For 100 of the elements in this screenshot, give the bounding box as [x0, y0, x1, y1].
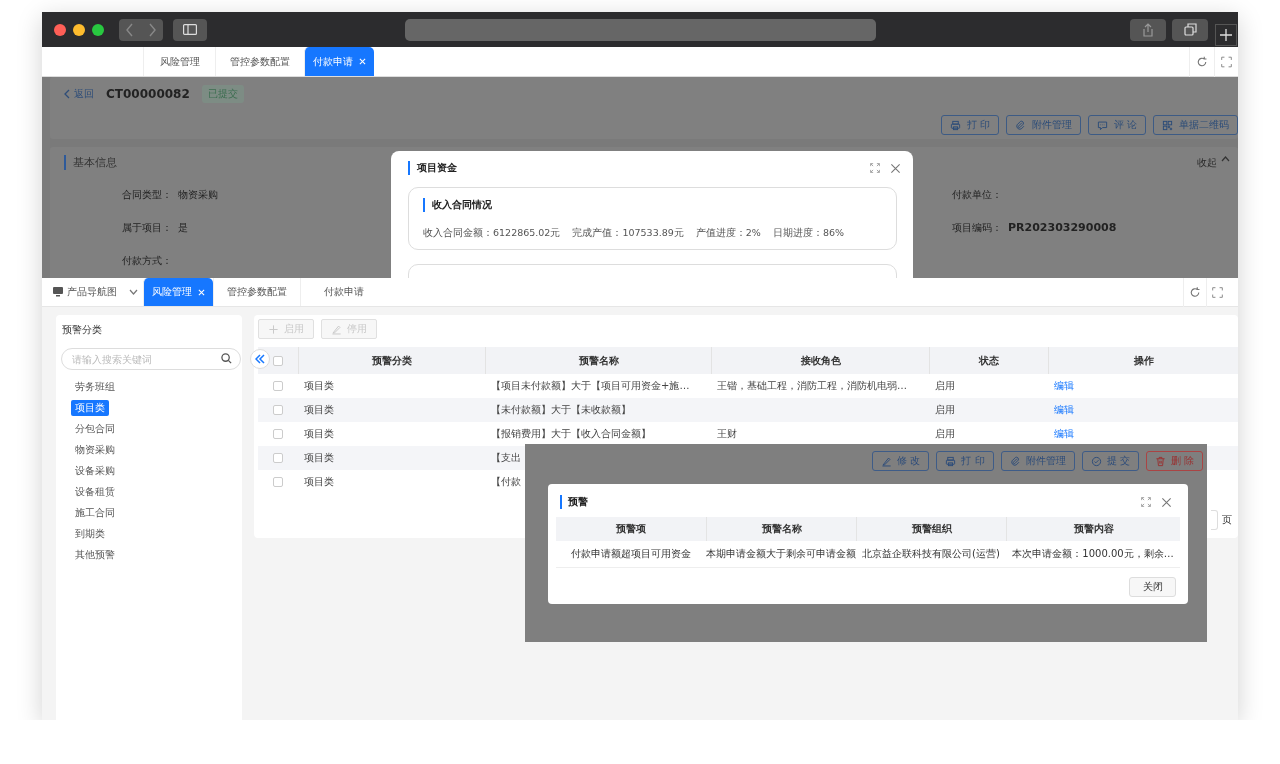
close-icon[interactable]: [1161, 496, 1172, 508]
card-title: 收入合同情况: [423, 198, 882, 212]
edit-button[interactable]: 修 改: [872, 451, 930, 471]
new-tab-button[interactable]: [1215, 24, 1237, 46]
field-value: 物资采购: [178, 187, 218, 202]
table-cell: 项目类: [304, 379, 334, 393]
close-button[interactable]: 关闭: [1129, 577, 1176, 597]
pencil-icon: [331, 323, 342, 335]
category-item[interactable]: 设备租赁: [71, 484, 119, 500]
comment-button[interactable]: 评 论: [1087, 115, 1146, 135]
column-header: 接收角色: [800, 353, 841, 368]
table-cell: 本次申请金额：1000.00元，剩余…: [1006, 541, 1180, 568]
column-header: 预警名称: [706, 517, 856, 541]
section-title: 基本信息: [64, 155, 117, 170]
edit-link[interactable]: 编辑: [1054, 403, 1074, 417]
table-cell: 项目类: [304, 427, 334, 441]
minimize-window-icon[interactable]: [73, 23, 85, 36]
table-cell: 【项目未付款额】大于【项目可用资金+施…: [491, 379, 690, 393]
column-header: 预警项: [556, 517, 706, 541]
table-cell: 【报销费用】大于【收入合同金额】: [491, 427, 651, 441]
table-cell: 王财: [717, 427, 737, 441]
category-item[interactable]: 其他预警: [71, 547, 119, 563]
sidebar-toggle-button[interactable]: [173, 18, 207, 41]
close-tab-icon[interactable]: [198, 288, 205, 296]
checkbox[interactable]: [273, 405, 283, 415]
checkbox[interactable]: [273, 453, 283, 463]
share-icon: [1142, 22, 1154, 37]
tab[interactable]: 风险管理: [143, 47, 215, 76]
tab[interactable]: 风险管理: [143, 278, 213, 306]
speech-bubble-icon: [1096, 119, 1108, 131]
column-header: 预警名称: [578, 353, 619, 368]
product-nav-menu[interactable]: 产品导航图: [53, 278, 143, 306]
category-item[interactable]: 项目类: [71, 400, 109, 416]
qr-button[interactable]: 单据二维码: [1153, 115, 1238, 135]
attach-button[interactable]: 附件管理: [1000, 451, 1075, 471]
table-cell: 王锴，基础工程，消防工程，消防机电弱…: [717, 379, 907, 393]
double-chevron-left-icon: [255, 354, 265, 364]
category-item[interactable]: 劳务班组: [71, 379, 119, 395]
attach-button[interactable]: 附件管理: [1005, 115, 1081, 135]
table-cell: 付款申请额超项目可用资金: [556, 541, 706, 568]
edit-link[interactable]: 编辑: [1054, 427, 1074, 441]
pencil-icon: [881, 455, 893, 467]
field-value: 是: [178, 220, 188, 235]
close-icon[interactable]: [890, 162, 901, 174]
stat-text: 完成产值：107533.89元: [572, 227, 684, 240]
print-button[interactable]: 打 印: [940, 115, 999, 135]
back-link[interactable]: 返回: [64, 87, 94, 101]
collapse-link[interactable]: 收起: [1197, 155, 1230, 170]
checkbox[interactable]: [273, 355, 283, 366]
submit-button[interactable]: 提 交: [1081, 451, 1139, 471]
category-item[interactable]: 分包合同: [71, 421, 119, 437]
field-label: 属于项目：: [122, 220, 172, 235]
maximize-window-icon[interactable]: [92, 23, 104, 36]
modal-title: 项目资金: [408, 161, 457, 175]
address-bar[interactable]: [405, 18, 876, 41]
category-item[interactable]: 设备采购: [71, 463, 119, 479]
close-window-icon[interactable]: [54, 23, 66, 36]
category-item[interactable]: 到期类: [71, 526, 109, 542]
tab[interactable]: 付款申请: [304, 47, 374, 76]
printer-icon: [945, 455, 957, 467]
tabs-overview-button[interactable]: [1172, 18, 1208, 41]
plus-icon: [268, 323, 279, 335]
expand-icon[interactable]: [1141, 497, 1151, 507]
table-cell: 启用: [935, 403, 955, 417]
checkbox[interactable]: [273, 477, 283, 487]
page-input[interactable]: [1211, 510, 1218, 530]
stat-text: 日期进度：86%: [772, 227, 844, 240]
chevron-down-icon: [129, 289, 138, 295]
field-label: 付款单位：: [952, 187, 1002, 202]
column-header: 状态: [979, 353, 999, 368]
field-label: 付款方式：: [122, 253, 172, 268]
search-field[interactable]: 请输入搜索关键词: [61, 348, 241, 370]
tab[interactable]: 付款申请: [300, 278, 387, 306]
checkbox[interactable]: [273, 381, 283, 391]
field-label: 合同类型：: [122, 187, 172, 202]
field-value: PR202303290008: [1008, 221, 1117, 234]
sidebar-title: 预警分类: [62, 323, 103, 337]
category-item[interactable]: 施工合同: [71, 505, 119, 521]
share-button[interactable]: [1130, 18, 1166, 41]
sidebar-icon: [183, 24, 197, 35]
tab[interactable]: 管控参数配置: [213, 278, 300, 306]
print-button[interactable]: 打 印: [936, 451, 994, 471]
table-cell: 本期申请金额大于剩余可申请金额: [706, 541, 856, 568]
expand-icon[interactable]: [870, 163, 880, 173]
qr-code-icon: [1162, 119, 1173, 131]
stat-text: 产值进度：2%: [695, 227, 761, 240]
edit-link[interactable]: 编辑: [1054, 379, 1074, 393]
close-tab-icon[interactable]: [359, 58, 366, 65]
document-number: CT00000082: [106, 87, 190, 101]
table-cell: 项目类: [304, 403, 334, 417]
table-cell: 启用: [935, 427, 955, 441]
printer-icon: [949, 119, 961, 131]
checkbox[interactable]: [273, 429, 283, 439]
table-cell: 北京益企联科技有限公司(运营): [856, 541, 1006, 568]
collapse-button[interactable]: [250, 349, 270, 369]
category-item[interactable]: 物资采购: [71, 442, 119, 458]
chevron-up-icon: [1221, 155, 1230, 162]
chevron-left-icon: [64, 89, 70, 99]
table-cell: 【支出: [491, 451, 521, 465]
column-header: 预警内容: [1006, 517, 1180, 541]
